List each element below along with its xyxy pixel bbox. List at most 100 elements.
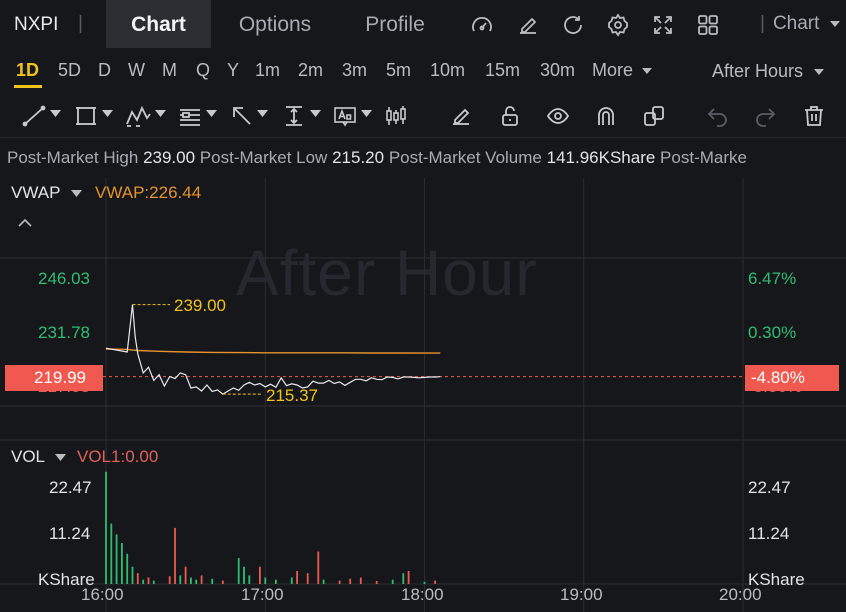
post-market-low-label: Post-Market Low	[199, 148, 328, 167]
vwap-indicator-label: VWAP	[11, 183, 61, 202]
caret-down-icon[interactable]	[155, 109, 166, 118]
active-period-underline	[14, 85, 42, 88]
post-market-high-value: 239.00	[143, 148, 196, 167]
volume-bar	[248, 575, 251, 584]
volume-bar	[264, 577, 267, 584]
volume-axis-left-mid: 11.24	[49, 524, 91, 543]
period-d[interactable]: D	[98, 60, 111, 81]
volume-axis-right-high: 22.47	[748, 478, 791, 497]
unlock-icon[interactable]	[498, 104, 522, 128]
pattern-tool-icon[interactable]	[125, 104, 151, 128]
vwap-value: VWAP:226.44	[95, 183, 202, 202]
volume-bar	[121, 543, 123, 584]
period-1m[interactable]: 1m	[255, 60, 280, 81]
volume-bar	[349, 578, 352, 584]
volume-bar	[322, 579, 325, 584]
tab-chart[interactable]: Chart	[106, 0, 211, 48]
period-q[interactable]: Q	[196, 60, 210, 81]
caret-down-icon[interactable]	[206, 109, 217, 118]
period-15m[interactable]: 15m	[485, 60, 520, 81]
volume-bar	[306, 573, 309, 584]
caret-down-icon[interactable]	[361, 109, 372, 118]
trend-line-tool-icon[interactable]	[22, 104, 46, 128]
volume-bar	[434, 580, 436, 584]
vol-value: VOL1:0.00	[77, 447, 159, 466]
rectangle-tool-icon[interactable]	[74, 104, 98, 128]
post-market-high-label: Post-Market High	[7, 148, 139, 167]
volume-bar	[359, 577, 362, 584]
ticker-symbol: NXPI	[14, 14, 59, 35]
volume-bar	[237, 558, 240, 584]
volume-bar	[190, 577, 192, 584]
volume-axis-right-mid: 11.24	[748, 524, 790, 543]
time-axis-label: 19:00	[560, 585, 603, 604]
vwap-indicator-dropdown[interactable]: VWAP	[11, 183, 82, 203]
session-dropdown[interactable]: After Hours	[712, 61, 825, 82]
pencil-icon[interactable]	[449, 104, 473, 128]
volume-bar	[290, 577, 293, 584]
period-w[interactable]: W	[128, 60, 145, 81]
time-axis-label: 16:00	[81, 585, 124, 604]
redo-icon[interactable]	[753, 104, 777, 128]
magnet-icon[interactable]	[594, 104, 618, 128]
copy-icon[interactable]	[642, 104, 666, 128]
drawing-toolbar	[0, 96, 846, 138]
caret-down-icon	[642, 68, 653, 74]
period-5d[interactable]: 5D	[58, 60, 81, 81]
caret-down-icon	[829, 21, 840, 27]
collapse-chevron-icon[interactable]	[18, 218, 32, 228]
edit-icon[interactable]	[516, 13, 540, 37]
grid-icon[interactable]	[696, 13, 720, 37]
candlestick-tool-icon[interactable]	[384, 104, 408, 128]
volume-bar	[317, 551, 320, 584]
refresh-icon[interactable]	[561, 13, 585, 37]
session-low-annotation: 215.37	[266, 386, 318, 405]
price-axis-left-high: 246.03	[38, 269, 90, 288]
period-1d[interactable]: 1D	[16, 60, 39, 81]
caret-down-icon[interactable]	[257, 109, 268, 118]
measure-tool-icon[interactable]	[282, 104, 306, 128]
volume-bar	[131, 566, 134, 584]
caret-down-icon[interactable]	[102, 109, 113, 118]
post-market-low-value: 215.20	[332, 148, 385, 167]
chart-type-dropdown[interactable]: | Chart	[760, 13, 841, 35]
more-periods-dropdown[interactable]: More	[592, 60, 653, 81]
volume-axis-left-high: 22.47	[49, 478, 92, 497]
ticker-separator: |	[78, 13, 83, 34]
tab-options[interactable]: Options	[222, 0, 328, 48]
vol-indicator-dropdown[interactable]: VOL	[11, 447, 67, 467]
period-30m[interactable]: 30m	[540, 60, 575, 81]
volume-bar	[142, 579, 145, 584]
period-3m[interactable]: 3m	[342, 60, 367, 81]
trash-icon[interactable]	[802, 104, 826, 128]
volume-bar	[243, 566, 245, 584]
period-2m[interactable]: 2m	[298, 60, 323, 81]
volume-bar	[211, 578, 214, 584]
vwap-line	[105, 348, 441, 354]
volume-bar	[200, 575, 203, 584]
settings-icon[interactable]	[606, 13, 630, 37]
undo-icon[interactable]	[706, 104, 730, 128]
period-y[interactable]: Y	[227, 60, 239, 81]
tab-profile[interactable]: Profile	[346, 0, 444, 48]
fullscreen-icon[interactable]	[651, 13, 675, 37]
price-axis-right-high: 6.47%	[748, 269, 797, 288]
caret-down-icon[interactable]	[50, 109, 61, 118]
caret-down-icon[interactable]	[310, 109, 321, 118]
speedometer-icon[interactable]	[470, 13, 494, 37]
volume-bar	[184, 566, 187, 584]
after-hours-watermark: After Hour	[236, 237, 538, 309]
arrow-tool-icon[interactable]	[230, 104, 254, 128]
caret-down-icon	[814, 69, 825, 75]
volume-bar	[221, 580, 224, 584]
current-price-tag: 219.99	[5, 365, 103, 391]
eye-icon[interactable]	[546, 104, 570, 128]
period-m[interactable]: M	[162, 60, 177, 81]
volume-bar	[375, 581, 378, 584]
period-10m[interactable]: 10m	[430, 60, 465, 81]
period-5m[interactable]: 5m	[386, 60, 411, 81]
volume-bar	[105, 471, 107, 584]
volume-bar	[136, 573, 139, 584]
fibonacci-tool-icon[interactable]	[178, 104, 202, 128]
text-tool-icon[interactable]	[333, 104, 357, 128]
